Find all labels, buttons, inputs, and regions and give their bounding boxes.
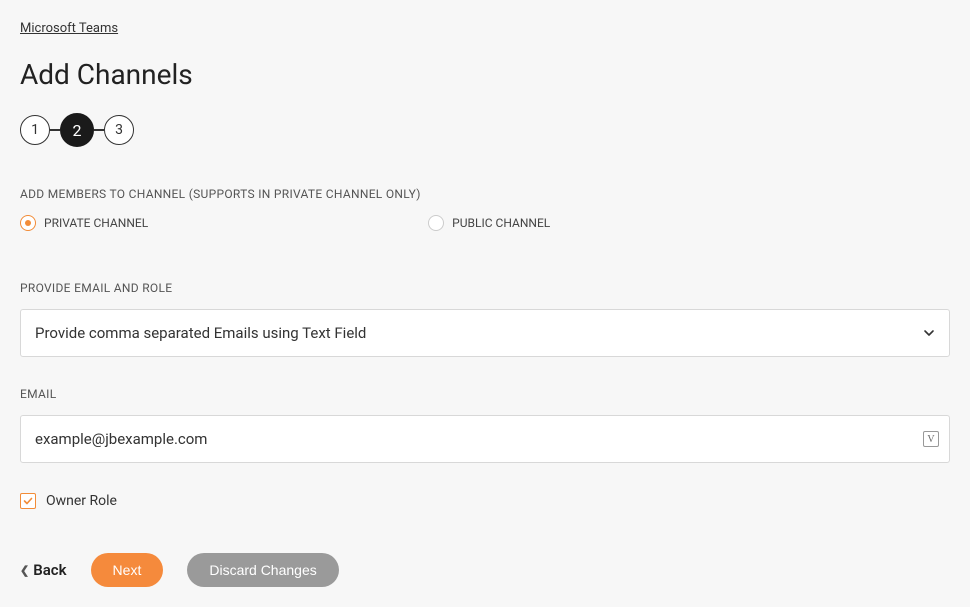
step-connector <box>50 129 60 131</box>
email-input[interactable] <box>35 430 935 448</box>
breadcrumb-link[interactable]: Microsoft Teams <box>20 21 118 36</box>
discard-changes-button[interactable]: Discard Changes <box>187 553 338 587</box>
owner-role-checkbox[interactable]: Owner Role <box>20 493 950 509</box>
chevron-down-icon <box>923 327 935 339</box>
radio-icon <box>20 215 36 231</box>
stepper: 1 2 3 <box>20 113 950 147</box>
step-3[interactable]: 3 <box>104 115 134 145</box>
email-role-label: PROVIDE EMAIL AND ROLE <box>20 281 950 295</box>
page-title: Add Channels <box>20 58 950 91</box>
members-section-label: ADD MEMBERS TO CHANNEL (SUPPORTS IN PRIV… <box>20 187 950 201</box>
back-button[interactable]: ❮ Back <box>20 561 67 579</box>
chevron-left-icon: ❮ <box>20 564 29 577</box>
step-1[interactable]: 1 <box>20 115 50 145</box>
step-connector <box>94 129 104 131</box>
email-role-select-value: Provide comma separated Emails using Tex… <box>35 324 366 342</box>
radio-icon <box>428 215 444 231</box>
channel-type-radio-group: PRIVATE CHANNEL PUBLIC CHANNEL <box>20 215 950 231</box>
public-channel-radio[interactable]: PUBLIC CHANNEL <box>428 215 550 231</box>
owner-role-label: Owner Role <box>46 493 117 509</box>
checkbox-icon <box>20 493 36 509</box>
button-row: ❮ Back Next Discard Changes <box>20 553 950 587</box>
private-channel-radio[interactable]: PRIVATE CHANNEL <box>20 215 148 231</box>
back-button-label: Back <box>33 561 66 579</box>
private-channel-radio-label: PRIVATE CHANNEL <box>44 216 148 230</box>
public-channel-radio-label: PUBLIC CHANNEL <box>452 216 550 230</box>
email-field-wrapper: V <box>20 415 950 463</box>
next-button[interactable]: Next <box>91 553 164 587</box>
email-role-select[interactable]: Provide comma separated Emails using Tex… <box>20 309 950 357</box>
variable-badge-icon[interactable]: V <box>923 431 939 447</box>
step-2[interactable]: 2 <box>60 113 94 147</box>
email-field-label: EMAIL <box>20 387 950 401</box>
